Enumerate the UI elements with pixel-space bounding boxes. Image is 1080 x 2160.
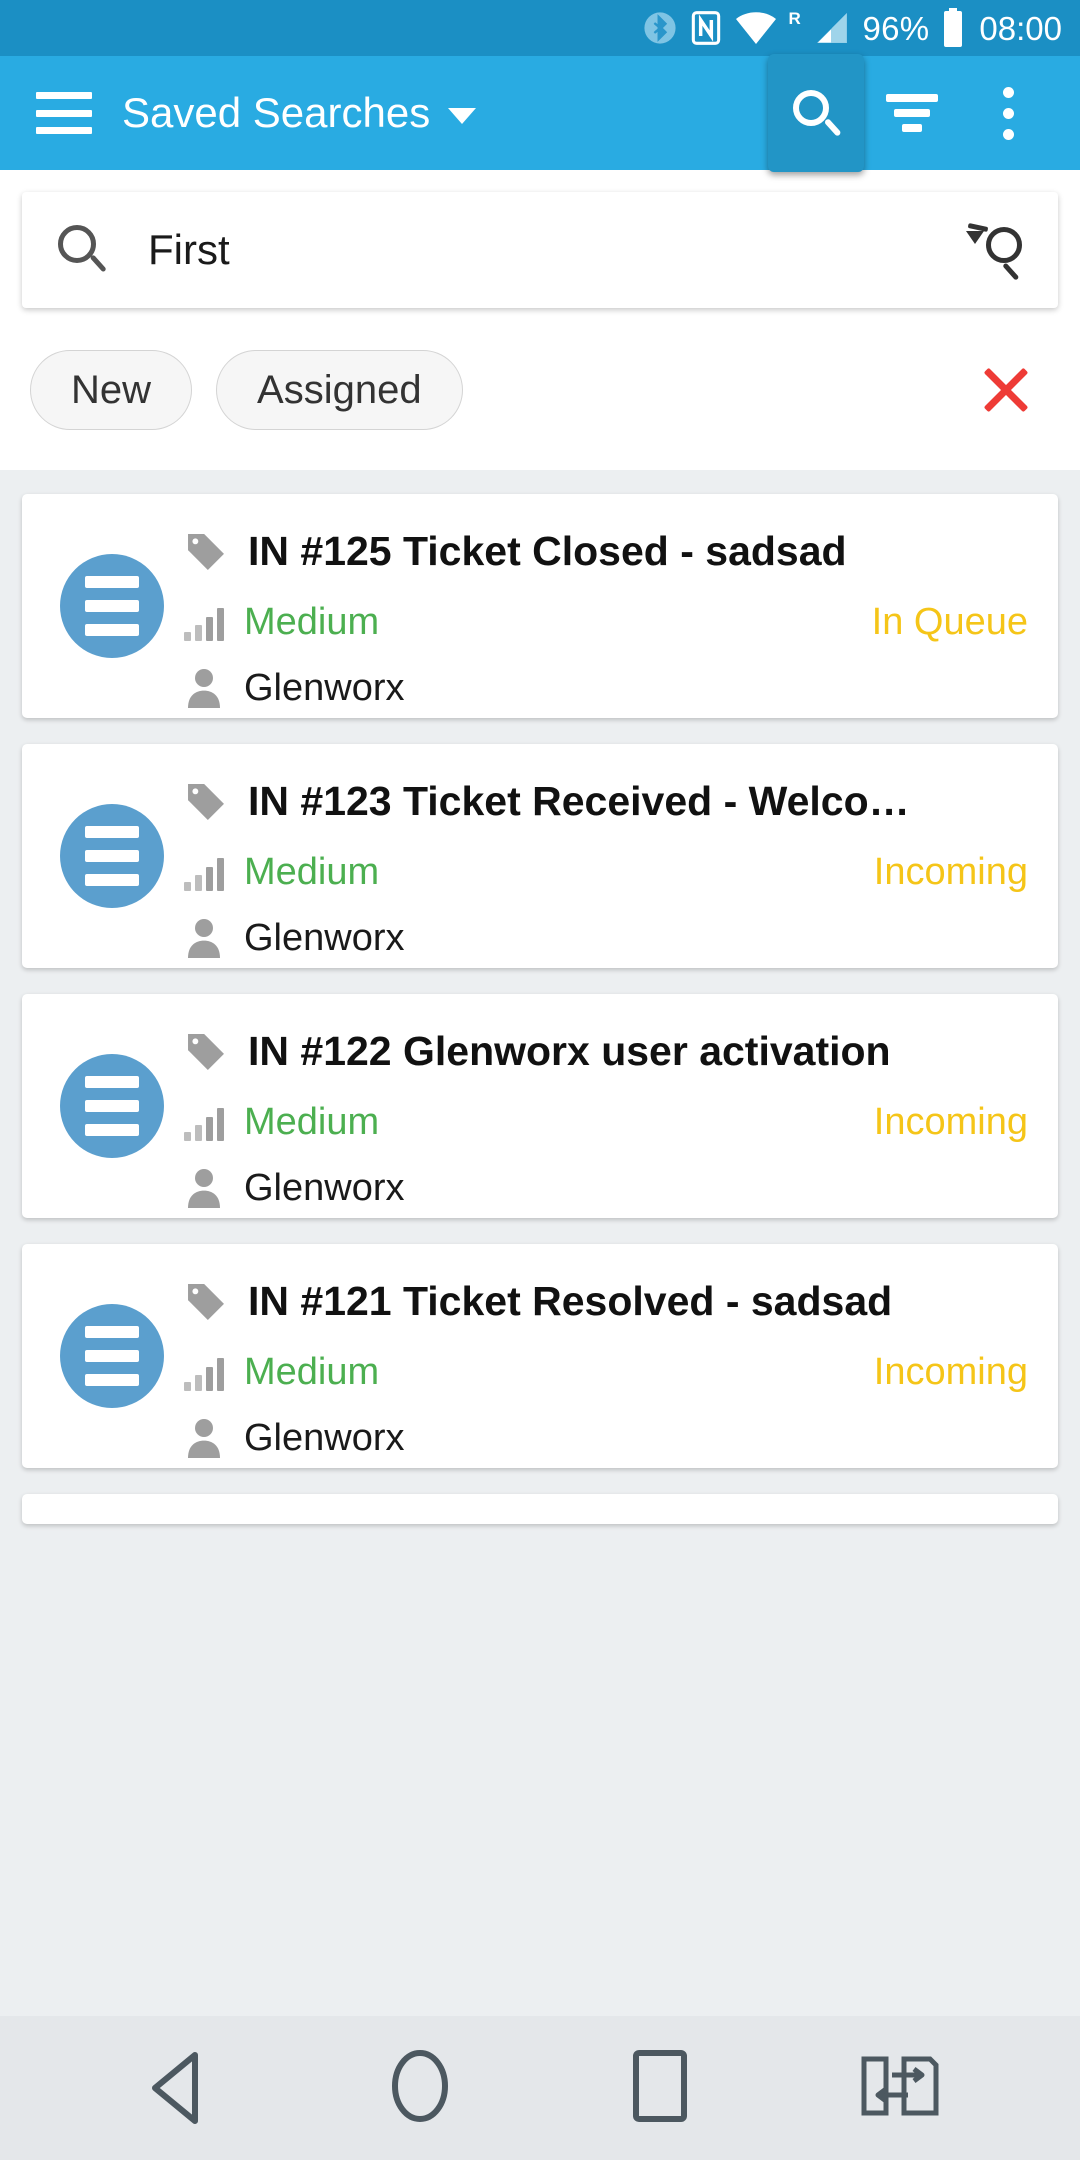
status-bar: R 96% 08:00 [0, 0, 1080, 56]
back-nav-icon [143, 2049, 217, 2127]
ticket-status: Incoming [873, 1351, 1028, 1393]
tag-icon [188, 1033, 224, 1070]
overflow-menu-button[interactable] [960, 65, 1056, 161]
overflow-menu-icon [1002, 86, 1014, 140]
signal-bars-icon [184, 1355, 226, 1391]
list-avatar-icon [60, 1054, 164, 1158]
app-bar-title-group[interactable]: Saved Searches [122, 89, 477, 137]
ticket-priority: Medium [244, 601, 380, 643]
tag-icon [188, 783, 224, 820]
ticket-title: IN #121 Ticket Resolved - sadsad [248, 1278, 893, 1324]
ticket-priority: Medium [244, 851, 380, 893]
ticket-status: In Queue [871, 601, 1028, 643]
ticket-card-partial[interactable] [22, 1494, 1058, 1524]
signal-bars-icon [184, 855, 226, 891]
ticket-assignee: Glenworx [244, 916, 405, 959]
ticket-title: IN #125 Ticket Closed - sadsad [248, 528, 847, 574]
person-icon [188, 669, 220, 708]
search-input[interactable]: First [148, 226, 966, 274]
search-bar[interactable]: First [22, 192, 1058, 308]
ticket-status: Incoming [873, 851, 1028, 893]
home-nav-icon [389, 2047, 451, 2130]
list-avatar-icon [60, 554, 164, 658]
battery-icon [942, 8, 964, 48]
ticket-card[interactable]: IN #123 Ticket Received - Welco… Medium … [22, 744, 1058, 968]
ticket-title: IN #123 Ticket Received - Welco… [248, 778, 910, 824]
app-switch-nav-button[interactable] [840, 2038, 960, 2138]
ticket-assignee: Glenworx [244, 1416, 405, 1459]
search-panel: First New Assigned [0, 170, 1080, 470]
person-icon [188, 1419, 220, 1458]
clock-label: 08:00 [979, 9, 1062, 47]
app-switch-nav-icon [858, 2053, 942, 2124]
person-icon [188, 1169, 220, 1208]
list-avatar-icon [60, 1304, 164, 1408]
ticket-card[interactable]: IN #125 Ticket Closed - sadsad Medium In… [22, 494, 1058, 718]
ticket-card[interactable]: IN #121 Ticket Resolved - sadsad Medium … [22, 1244, 1058, 1468]
ticket-priority: Medium [244, 1351, 380, 1393]
ticket-assignee: Glenworx [244, 666, 405, 709]
ticket-priority: Medium [244, 1101, 380, 1143]
chevron-down-icon[interactable] [448, 108, 477, 124]
roaming-icon: R [788, 9, 802, 45]
filter-button[interactable] [864, 65, 960, 161]
back-nav-button[interactable] [120, 2038, 240, 2138]
hamburger-menu-icon[interactable] [36, 92, 92, 134]
search-again-icon[interactable] [966, 221, 1024, 281]
recents-nav-button[interactable] [600, 2038, 720, 2138]
ticket-card[interactable]: IN #122 Glenworx user activation Medium … [22, 994, 1058, 1218]
roaming-label: R [788, 9, 801, 28]
bluetooth-icon [643, 9, 677, 47]
app-bar: Saved Searches [0, 54, 1080, 172]
ticket-status: Incoming [873, 1101, 1028, 1143]
person-icon [188, 919, 220, 958]
home-nav-button[interactable] [360, 2038, 480, 2138]
filter-chip-new[interactable]: New [30, 350, 193, 430]
clear-filters-button[interactable] [976, 360, 1036, 420]
filter-chip-assigned[interactable]: Assigned [216, 350, 463, 430]
tag-icon [188, 1283, 224, 1320]
search-button[interactable] [768, 54, 864, 172]
filter-icon [886, 94, 938, 132]
phone-screen: R 96% 08:00 Saved Searches First New Ass… [0, 0, 1080, 2160]
signal-bars-icon [184, 1105, 226, 1141]
wifi-icon [735, 11, 777, 45]
nfc-icon [690, 9, 722, 47]
battery-percent-label: 96% [862, 9, 930, 47]
search-icon [793, 90, 842, 137]
search-icon [56, 223, 110, 277]
signal-bars-icon [184, 605, 226, 641]
filter-chip-row: New Assigned [0, 308, 1080, 470]
page-title: Saved Searches [122, 89, 431, 136]
ticket-title: IN #122 Glenworx user activation [248, 1028, 891, 1074]
cellular-signal-icon [815, 11, 849, 45]
list-avatar-icon [60, 804, 164, 908]
system-nav-bar [0, 2016, 1080, 2160]
ticket-assignee: Glenworx [244, 1166, 405, 1209]
recents-nav-icon [631, 2048, 689, 2129]
tag-icon [188, 533, 224, 570]
app-bar-actions [768, 54, 1056, 172]
ticket-list[interactable]: IN #125 Ticket Closed - sadsad Medium In… [0, 470, 1080, 2016]
